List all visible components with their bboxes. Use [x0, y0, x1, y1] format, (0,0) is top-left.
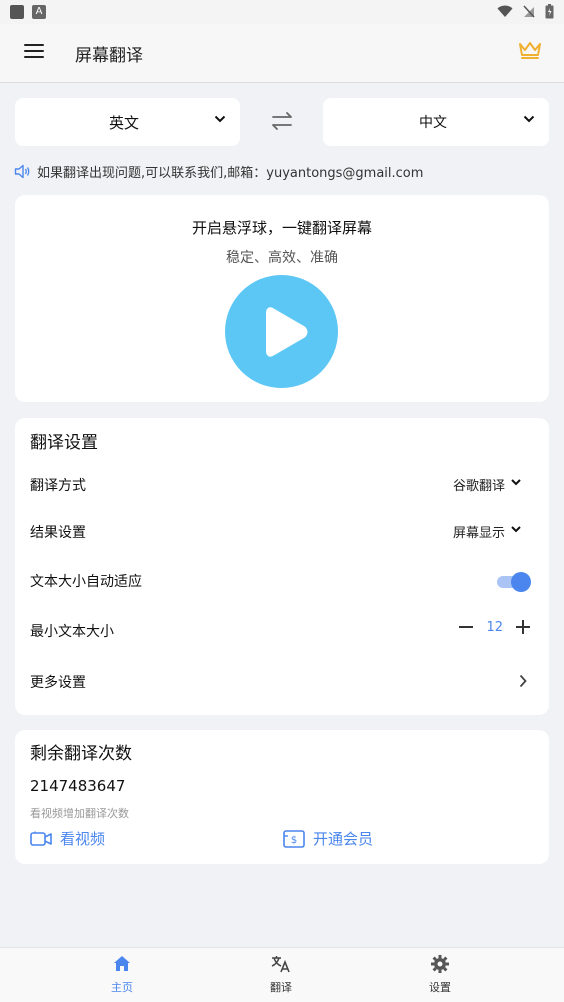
start-float-button[interactable] — [225, 275, 338, 388]
result-setting-row[interactable]: 结果设置 屏幕显示 — [15, 510, 549, 554]
vip-card-icon: $ — [283, 829, 305, 848]
settings-title: 翻译设置 — [30, 433, 98, 453]
translation-method-value: 谷歌翻译 — [452, 479, 505, 494]
remaining-translations-card: 剩余翻译次数 2147483647 看视频增加翻译次数 看视频 $ 开通会员 — [15, 730, 549, 864]
chevron-down-icon — [214, 115, 226, 123]
more-settings-label: 更多设置 — [30, 675, 86, 691]
watch-video-button[interactable]: 看视频 — [30, 828, 105, 849]
nav-settings-label: 设置 — [429, 981, 451, 994]
nav-translate[interactable]: 翻译 — [241, 954, 321, 995]
nav-home-label: 主页 — [111, 981, 133, 994]
target-language-label: 中文 — [419, 115, 447, 131]
source-language-label: 英文 — [109, 114, 140, 132]
clipboard-icon — [10, 5, 24, 19]
chevron-down-icon — [511, 526, 521, 533]
auto-text-size-toggle[interactable] — [497, 572, 531, 592]
min-text-size-stepper: 12 — [458, 619, 531, 635]
min-text-size-row: 最小文本大小 12 — [15, 609, 549, 653]
nav-translate-label: 翻译 — [270, 981, 292, 994]
home-icon — [114, 956, 130, 971]
contact-notice: 如果翻译出现问题,可以联系我们,邮箱：yuyantongs@gmail.com — [14, 162, 423, 181]
open-vip-button[interactable]: $ 开通会员 — [283, 828, 373, 849]
svg-text:$: $ — [291, 835, 297, 846]
source-language-select[interactable]: 英文 — [15, 98, 240, 146]
more-settings-row[interactable]: 更多设置 — [15, 660, 549, 704]
min-text-size-value: 12 — [486, 619, 503, 635]
auto-text-size-label: 文本大小自动适应 — [30, 574, 142, 590]
chevron-down-icon — [511, 479, 521, 486]
nav-settings[interactable]: 设置 — [400, 954, 480, 995]
battery-icon — [545, 4, 554, 19]
video-icon — [30, 831, 52, 846]
open-vip-label: 开通会员 — [313, 830, 374, 848]
float-headline: 开启悬浮球，一键翻译屏幕 — [191, 219, 372, 237]
remaining-title: 剩余翻译次数 — [30, 744, 132, 764]
plus-icon[interactable] — [515, 619, 531, 635]
wifi-icon — [497, 5, 513, 17]
nav-home[interactable]: 主页 — [82, 954, 162, 995]
result-setting-value: 屏幕显示 — [452, 526, 505, 541]
status-bar: A — [0, 0, 564, 24]
translation-method-row[interactable]: 翻译方式 谷歌翻译 — [15, 463, 549, 507]
remaining-count: 2147483647 — [30, 777, 126, 795]
translation-settings-card: 翻译设置 翻译方式 谷歌翻译 结果设置 屏幕显示 文本大小自动适应 最小文本大小… — [15, 418, 549, 715]
chevron-down-icon — [523, 115, 535, 123]
translation-method-label: 翻译方式 — [30, 478, 86, 494]
float-subline: 稳定、高效、准确 — [226, 250, 338, 266]
app-title: 屏幕翻译 — [75, 46, 143, 66]
result-setting-label: 结果设置 — [30, 525, 86, 541]
menu-button[interactable] — [24, 44, 44, 62]
chevron-right-icon — [519, 674, 527, 688]
gear-icon — [431, 955, 449, 973]
translate-icon — [271, 956, 290, 973]
swap-languages-icon[interactable] — [270, 111, 294, 131]
app-notification-icon: A — [32, 5, 46, 19]
bottom-navigation: 主页 翻译 设置 — [0, 947, 564, 1002]
minus-icon[interactable] — [458, 619, 474, 635]
target-language-select[interactable]: 中文 — [323, 98, 549, 146]
crown-icon[interactable] — [518, 40, 542, 60]
play-icon — [266, 307, 308, 357]
notice-text: 如果翻译出现问题,可以联系我们,邮箱：yuyantongs@gmail.com — [37, 166, 424, 181]
min-text-size-label: 最小文本大小 — [30, 624, 114, 640]
auto-text-size-row: 文本大小自动适应 — [15, 559, 549, 603]
float-ball-card: 开启悬浮球，一键翻译屏幕 稳定、高效、准确 — [15, 195, 549, 402]
app-bar: 屏幕翻译 — [0, 24, 564, 83]
remaining-hint: 看视频增加翻译次数 — [30, 807, 129, 820]
watch-video-label: 看视频 — [60, 830, 106, 848]
no-signal-icon — [523, 5, 535, 18]
speaker-icon — [14, 164, 30, 179]
